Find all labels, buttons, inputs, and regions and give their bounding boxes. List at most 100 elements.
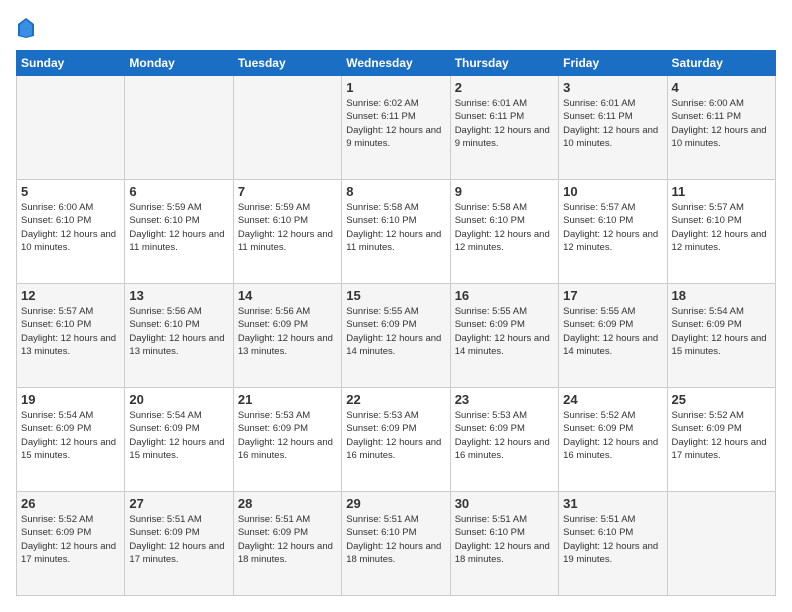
day-number: 24 (563, 392, 662, 407)
calendar-week-row: 1 Sunrise: 6:02 AM Sunset: 6:11 PM Daylig… (17, 76, 776, 180)
day-info: Sunrise: 5:51 AM Sunset: 6:09 PM Dayligh… (238, 513, 337, 566)
calendar-cell: 6Sunrise: 5:59 AM Sunset: 6:10 PM Daylig… (125, 180, 233, 284)
calendar-cell: 15Sunrise: 5:55 AM Sunset: 6:09 PM Dayli… (342, 284, 450, 388)
day-number: 31 (563, 496, 662, 511)
day-info: Sunrise: 6:02 AM Sunset: 6:11 PM Dayligh… (346, 97, 445, 150)
day-info: Sunrise: 5:59 AM Sunset: 6:10 PM Dayligh… (129, 201, 228, 254)
day-number: 16 (455, 288, 554, 303)
page: SundayMondayTuesdayWednesdayThursdayFrid… (0, 0, 792, 612)
calendar-cell: 4Sunrise: 6:00 AM Sunset: 6:11 PM Daylig… (667, 76, 775, 180)
calendar-cell: 8 Sunrise: 5:58 AM Sunset: 6:10 PM Daylig… (342, 180, 450, 284)
calendar: SundayMondayTuesdayWednesdayThursdayFrid… (16, 50, 776, 596)
calendar-cell: 29 Sunrise: 5:51 AM Sunset: 6:10 PM Dayli… (342, 492, 450, 596)
calendar-cell: 11 Sunrise: 5:57 AM Sunset: 6:10 PM Dayli… (667, 180, 775, 284)
calendar-week-row: 19 Sunrise: 5:54 AM Sunset: 6:09 PM Dayli… (17, 388, 776, 492)
calendar-cell: 3 Sunrise: 6:01 AM Sunset: 6:11 PM Daylig… (559, 76, 667, 180)
day-info: Sunrise: 5:54 AM Sunset: 6:09 PM Dayligh… (672, 305, 771, 358)
calendar-cell: 17 Sunrise: 5:55 AM Sunset: 6:09 PM Dayli… (559, 284, 667, 388)
day-info: Sunrise: 5:52 AM Sunset: 6:09 PM Dayligh… (563, 409, 662, 462)
calendar-cell: 13Sunrise: 5:56 AM Sunset: 6:10 PM Dayli… (125, 284, 233, 388)
day-info: Sunrise: 6:01 AM Sunset: 6:11 PM Dayligh… (455, 97, 554, 150)
day-info: Sunrise: 5:51 AM Sunset: 6:09 PM Dayligh… (129, 513, 228, 566)
day-info: Sunrise: 6:01 AM Sunset: 6:11 PM Dayligh… (563, 97, 662, 150)
calendar-cell (667, 492, 775, 596)
day-number: 19 (21, 392, 120, 407)
weekday-header: Thursday (450, 51, 558, 76)
calendar-cell: 21 Sunrise: 5:53 AM Sunset: 6:09 PM Dayli… (233, 388, 341, 492)
day-info: Sunrise: 5:57 AM Sunset: 6:10 PM Dayligh… (563, 201, 662, 254)
day-number: 14 (238, 288, 337, 303)
calendar-cell: 14 Sunrise: 5:56 AM Sunset: 6:09 PM Dayli… (233, 284, 341, 388)
calendar-cell: 1 Sunrise: 6:02 AM Sunset: 6:11 PM Daylig… (342, 76, 450, 180)
day-number: 1 (346, 80, 445, 95)
day-number: 26 (21, 496, 120, 511)
day-number: 2 (455, 80, 554, 95)
day-number: 29 (346, 496, 445, 511)
calendar-cell: 7 Sunrise: 5:59 AM Sunset: 6:10 PM Daylig… (233, 180, 341, 284)
weekday-header: Tuesday (233, 51, 341, 76)
day-info: Sunrise: 5:52 AM Sunset: 6:09 PM Dayligh… (672, 409, 771, 462)
day-info: Sunrise: 5:54 AM Sunset: 6:09 PM Dayligh… (21, 409, 120, 462)
logo (16, 16, 40, 40)
calendar-cell: 27Sunrise: 5:51 AM Sunset: 6:09 PM Dayli… (125, 492, 233, 596)
calendar-cell: 12 Sunrise: 5:57 AM Sunset: 6:10 PM Dayli… (17, 284, 125, 388)
day-number: 3 (563, 80, 662, 95)
weekday-header: Friday (559, 51, 667, 76)
day-info: Sunrise: 5:58 AM Sunset: 6:10 PM Dayligh… (346, 201, 445, 254)
weekday-header-row: SundayMondayTuesdayWednesdayThursdayFrid… (17, 51, 776, 76)
calendar-cell: 25Sunrise: 5:52 AM Sunset: 6:09 PM Dayli… (667, 388, 775, 492)
day-info: Sunrise: 5:53 AM Sunset: 6:09 PM Dayligh… (238, 409, 337, 462)
day-number: 28 (238, 496, 337, 511)
day-number: 18 (672, 288, 771, 303)
day-number: 8 (346, 184, 445, 199)
weekday-header: Saturday (667, 51, 775, 76)
calendar-cell: 30 Sunrise: 5:51 AM Sunset: 6:10 PM Dayli… (450, 492, 558, 596)
day-number: 5 (21, 184, 120, 199)
day-info: Sunrise: 5:53 AM Sunset: 6:09 PM Dayligh… (455, 409, 554, 462)
day-info: Sunrise: 5:55 AM Sunset: 6:09 PM Dayligh… (563, 305, 662, 358)
day-info: Sunrise: 5:54 AM Sunset: 6:09 PM Dayligh… (129, 409, 228, 462)
logo-icon (16, 16, 36, 40)
day-info: Sunrise: 5:53 AM Sunset: 6:09 PM Dayligh… (346, 409, 445, 462)
calendar-cell: 2 Sunrise: 6:01 AM Sunset: 6:11 PM Daylig… (450, 76, 558, 180)
day-number: 10 (563, 184, 662, 199)
day-info: Sunrise: 5:51 AM Sunset: 6:10 PM Dayligh… (346, 513, 445, 566)
calendar-cell: 16Sunrise: 5:55 AM Sunset: 6:09 PM Dayli… (450, 284, 558, 388)
calendar-week-row: 26Sunrise: 5:52 AM Sunset: 6:09 PM Dayli… (17, 492, 776, 596)
day-info: Sunrise: 5:51 AM Sunset: 6:10 PM Dayligh… (455, 513, 554, 566)
weekday-header: Wednesday (342, 51, 450, 76)
calendar-cell: 23 Sunrise: 5:53 AM Sunset: 6:09 PM Dayli… (450, 388, 558, 492)
day-number: 12 (21, 288, 120, 303)
day-info: Sunrise: 5:51 AM Sunset: 6:10 PM Dayligh… (563, 513, 662, 566)
header (16, 16, 776, 40)
day-info: Sunrise: 5:56 AM Sunset: 6:09 PM Dayligh… (238, 305, 337, 358)
day-number: 21 (238, 392, 337, 407)
calendar-cell: 10 Sunrise: 5:57 AM Sunset: 6:10 PM Dayli… (559, 180, 667, 284)
calendar-cell (125, 76, 233, 180)
weekday-header: Monday (125, 51, 233, 76)
calendar-cell: 9Sunrise: 5:58 AM Sunset: 6:10 PM Daylig… (450, 180, 558, 284)
day-info: Sunrise: 5:57 AM Sunset: 6:10 PM Dayligh… (21, 305, 120, 358)
day-info: Sunrise: 5:59 AM Sunset: 6:10 PM Dayligh… (238, 201, 337, 254)
day-number: 15 (346, 288, 445, 303)
day-number: 23 (455, 392, 554, 407)
day-info: Sunrise: 6:00 AM Sunset: 6:11 PM Dayligh… (672, 97, 771, 150)
day-number: 17 (563, 288, 662, 303)
weekday-header: Sunday (17, 51, 125, 76)
day-info: Sunrise: 5:58 AM Sunset: 6:10 PM Dayligh… (455, 201, 554, 254)
calendar-cell: 28 Sunrise: 5:51 AM Sunset: 6:09 PM Dayli… (233, 492, 341, 596)
day-number: 7 (238, 184, 337, 199)
day-number: 20 (129, 392, 228, 407)
day-number: 30 (455, 496, 554, 511)
calendar-cell: 22Sunrise: 5:53 AM Sunset: 6:09 PM Dayli… (342, 388, 450, 492)
day-info: Sunrise: 5:57 AM Sunset: 6:10 PM Dayligh… (672, 201, 771, 254)
day-number: 13 (129, 288, 228, 303)
calendar-week-row: 12 Sunrise: 5:57 AM Sunset: 6:10 PM Dayli… (17, 284, 776, 388)
calendar-cell: 31 Sunrise: 5:51 AM Sunset: 6:10 PM Dayli… (559, 492, 667, 596)
calendar-cell: 26Sunrise: 5:52 AM Sunset: 6:09 PM Dayli… (17, 492, 125, 596)
day-number: 11 (672, 184, 771, 199)
calendar-cell (233, 76, 341, 180)
calendar-cell (17, 76, 125, 180)
calendar-cell: 18 Sunrise: 5:54 AM Sunset: 6:09 PM Dayli… (667, 284, 775, 388)
calendar-cell: 24 Sunrise: 5:52 AM Sunset: 6:09 PM Dayli… (559, 388, 667, 492)
